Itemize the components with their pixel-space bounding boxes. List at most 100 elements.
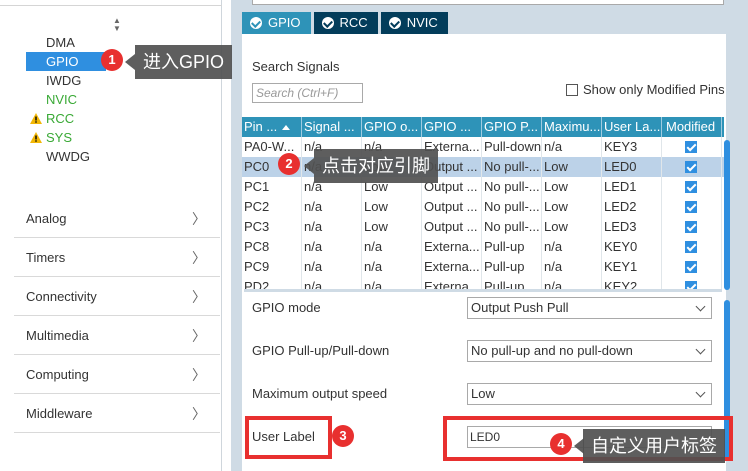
callout-arrow	[125, 54, 135, 70]
annotation-callout-4: 自定义用户标签	[583, 429, 725, 463]
table-cell: Low	[542, 157, 602, 177]
table-cell: PC9	[242, 257, 302, 277]
column-header-pin[interactable]: Pin ...	[242, 117, 302, 137]
warning-icon	[30, 113, 42, 124]
callout-arrow	[304, 158, 314, 174]
annotation-callout-2: 点击对应引脚	[314, 149, 438, 183]
column-header-modified[interactable]: Modified	[662, 117, 722, 137]
column-header-gpio-mode[interactable]: GPIO ...	[422, 117, 482, 137]
category-middleware[interactable]: Middleware 〉	[14, 394, 220, 433]
check-circle-icon	[321, 17, 334, 29]
checkbox-checked-icon[interactable]	[685, 141, 697, 153]
column-header-gpio-output-level[interactable]: GPIO o...	[362, 117, 422, 137]
table-cell: n/a	[302, 237, 362, 257]
table-cell: KEY3	[602, 137, 662, 157]
table-cell: LED2	[602, 197, 662, 217]
chevron-right-icon: 〉	[192, 211, 206, 227]
table-cell: PC3	[242, 217, 302, 237]
checkbox-checked-icon[interactable]	[685, 181, 697, 193]
category-connectivity[interactable]: Connectivity 〉	[14, 277, 220, 316]
show-modified-checkbox[interactable]: Show only Modified Pins	[566, 82, 725, 97]
category-multimedia[interactable]: Multimedia 〉	[14, 316, 220, 355]
tab-gpio[interactable]: GPIO	[242, 12, 311, 34]
table-cell: Pull-up	[482, 257, 542, 277]
gpio-pull-select[interactable]: No pull-up and no pull-down	[467, 340, 712, 362]
column-header-max-speed[interactable]: Maximu...	[542, 117, 602, 137]
table-row[interactable]: PC8 n/a n/a Externa... Pull-up n/a KEY0	[242, 237, 724, 257]
pin-table: Pin ... Signal ... GPIO o... GPIO ... GP…	[242, 117, 724, 291]
tab-nvic[interactable]: NVIC	[380, 12, 448, 34]
checkbox-checked-icon[interactable]	[685, 201, 697, 213]
max-speed-label: Maximum output speed	[252, 386, 388, 401]
table-cell: n/a	[302, 197, 362, 217]
tree-item-sys[interactable]: SYS	[26, 128, 222, 147]
category-computing[interactable]: Computing 〉	[14, 355, 220, 394]
table-cell: No pull-...	[482, 157, 542, 177]
table-scrollbar[interactable]	[724, 140, 730, 290]
column-header-gpio-pull[interactable]: GPIO P...	[482, 117, 542, 137]
table-cell: LED3	[602, 217, 662, 237]
table-cell: Output ...	[422, 217, 482, 237]
checkbox-checked-icon[interactable]	[685, 241, 697, 253]
category-list: Analog 〉 Timers 〉 Connectivity 〉 Multimedia…	[14, 199, 220, 433]
annotation-callout-1: 进入GPIO	[135, 45, 233, 79]
table-row[interactable]: PC9 n/a n/a Externa... Pull-up n/a KEY1	[242, 257, 724, 277]
table-cell: Pull-down	[482, 137, 542, 157]
table-cell: KEY0	[602, 237, 662, 257]
table-cell: KEY1	[602, 257, 662, 277]
checkbox-checked-icon[interactable]	[685, 221, 697, 233]
category-timers[interactable]: Timers 〉	[14, 238, 220, 277]
category-analog[interactable]: Analog 〉	[14, 199, 220, 238]
table-cell: Low	[362, 197, 422, 217]
tree-item-gpio[interactable]: GPIO	[26, 52, 106, 71]
table-header-row: Pin ... Signal ... GPIO o... GPIO ... GP…	[242, 117, 724, 137]
tree-item-wwdg[interactable]: WWDG	[26, 147, 222, 166]
annotation-badge-4: 4	[550, 433, 572, 455]
splitter-handle[interactable]	[244, 289, 722, 292]
show-modified-label: Show only Modified Pins	[583, 82, 725, 97]
column-header-signal[interactable]: Signal ...	[302, 117, 362, 137]
tab-rcc[interactable]: RCC	[313, 12, 378, 34]
modified-cell	[662, 237, 722, 257]
checkbox-unchecked-icon[interactable]	[566, 83, 578, 96]
table-cell: Pull-up	[482, 237, 542, 257]
table-cell: n/a	[302, 217, 362, 237]
tree-item-rcc[interactable]: RCC	[26, 109, 222, 128]
table-cell: No pull-...	[482, 177, 542, 197]
table-row[interactable]: PC3 n/a Low Output ... No pull-... Low LED3	[242, 217, 724, 237]
annotation-badge-2: 2	[278, 153, 300, 175]
max-speed-select[interactable]: Low	[467, 383, 712, 405]
modified-cell	[662, 177, 722, 197]
table-cell: No pull-...	[482, 197, 542, 217]
table-cell: Output ...	[422, 197, 482, 217]
highlight-user-label	[245, 416, 332, 459]
modified-cell	[662, 137, 722, 157]
table-cell: Low	[542, 197, 602, 217]
mode-panel-edge	[252, 0, 724, 5]
checkbox-checked-icon[interactable]	[685, 161, 697, 173]
gpio-mode-label: GPIO mode	[252, 300, 321, 315]
annotation-badge-1: 1	[101, 49, 123, 71]
tree-item-nvic[interactable]: NVIC	[26, 90, 222, 109]
chevron-down-icon	[695, 387, 706, 398]
modified-cell	[662, 197, 722, 217]
chevron-right-icon: 〉	[192, 328, 206, 344]
chevron-down-icon	[695, 344, 706, 355]
search-signals-label: Search Signals	[252, 59, 340, 74]
gpio-pull-label: GPIO Pull-up/Pull-down	[252, 343, 390, 358]
table-row[interactable]: PC2 n/a Low Output ... No pull-... Low LED2	[242, 197, 724, 217]
gpio-mode-select[interactable]: Output Push Pull	[467, 297, 712, 319]
table-cell: n/a	[542, 257, 602, 277]
table-cell: LED0	[602, 157, 662, 177]
chevron-right-icon: 〉	[192, 289, 206, 305]
search-input[interactable]: Search (Ctrl+F)	[252, 83, 363, 103]
modified-cell	[662, 257, 722, 277]
table-cell: n/a	[542, 137, 602, 157]
table-cell: Externa...	[422, 257, 482, 277]
chevron-right-icon: 〉	[192, 406, 206, 422]
left-panel-top-border	[0, 0, 222, 6]
sort-arrows-icon[interactable]: ▲ ▼	[112, 17, 122, 33]
checkbox-checked-icon[interactable]	[685, 261, 697, 273]
column-header-user-label[interactable]: User La...	[602, 117, 662, 137]
table-cell: Low	[542, 217, 602, 237]
